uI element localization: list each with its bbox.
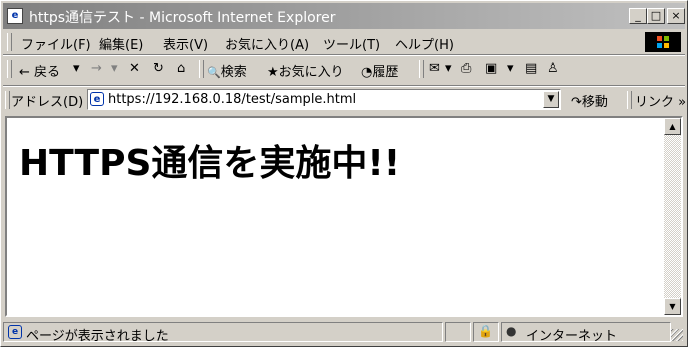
- toolbar-separator: [199, 60, 204, 78]
- favorites-icon: ★: [267, 65, 279, 80]
- addressbar-grip[interactable]: [5, 91, 10, 109]
- menu-help[interactable]: ヘルプ(H): [395, 34, 454, 53]
- standard-toolbar: ← 戻る ▾ → ▾ ✕ ↻ ⌂ 🔍検索 ★お気に入り ◔履歴 ✉ ▾ ⎙ ▣ …: [3, 56, 685, 84]
- window-title: https通信テスト - Microsoft Internet Explorer: [29, 10, 336, 26]
- print-icon[interactable]: ⎙: [461, 61, 471, 76]
- title-bar[interactable]: e https通信テスト - Microsoft Internet Explor…: [3, 3, 685, 29]
- browser-window: e https通信テスト - Microsoft Internet Explor…: [0, 0, 688, 347]
- go-label: 移動: [581, 95, 608, 110]
- menu-bar: ファイル(F) 編集(E) 表示(V) お気に入り(A) ツール(T) ヘルプ(…: [3, 31, 685, 53]
- maximize-button[interactable]: □: [647, 8, 665, 24]
- edit-dropdown[interactable]: ▾: [507, 61, 514, 76]
- menu-favorites[interactable]: お気に入り(A): [225, 34, 309, 53]
- toolbar-grip[interactable]: [7, 60, 12, 78]
- links-grip[interactable]: [627, 91, 632, 109]
- menubar-grip[interactable]: [7, 33, 12, 51]
- page-heading: HTTPS通信を実施中!!: [19, 143, 401, 184]
- go-arrow-icon: ↷: [571, 95, 582, 110]
- favorites-label: お気に入り: [278, 65, 344, 80]
- refresh-icon[interactable]: ↻: [153, 61, 164, 76]
- chevron-right-icon[interactable]: »: [678, 95, 686, 110]
- mail-icon[interactable]: ✉: [429, 61, 440, 76]
- back-arrow-icon: ←: [19, 65, 30, 80]
- status-progress-cell: [445, 322, 471, 342]
- status-message-cell: e ページが表示されました: [3, 322, 443, 344]
- resize-grip[interactable]: [671, 329, 683, 341]
- home-icon[interactable]: ⌂: [177, 61, 185, 76]
- toolbar-separator: [419, 60, 424, 78]
- favorites-button[interactable]: ★お気に入り: [267, 61, 344, 80]
- page-content: HTTPS通信を実施中!! ▲ ▼: [5, 116, 683, 317]
- status-zone-cell[interactable]: ● インターネット: [501, 322, 671, 344]
- address-input[interactable]: e https://192.168.0.18/test/sample.html …: [87, 89, 561, 110]
- search-button[interactable]: 🔍検索: [207, 61, 247, 80]
- ie-page-icon[interactable]: e: [7, 8, 23, 24]
- status-bar: e ページが表示されました 🔒 ● インターネット: [3, 321, 685, 344]
- status-message: ページが表示されました: [26, 329, 169, 344]
- history-button[interactable]: ◔履歴: [361, 61, 398, 80]
- stop-icon[interactable]: ✕: [129, 61, 140, 76]
- forward-dropdown[interactable]: ▾: [111, 61, 118, 76]
- address-url[interactable]: https://192.168.0.18/test/sample.html: [108, 92, 356, 107]
- close-button[interactable]: ×: [667, 8, 685, 24]
- links-label: リンク: [635, 95, 675, 110]
- address-dropdown-button[interactable]: ▼: [543, 91, 559, 108]
- globe-icon: ●: [506, 324, 517, 338]
- page-done-icon: e: [8, 325, 22, 339]
- zone-label: インターネット: [526, 329, 618, 344]
- scroll-up-button[interactable]: ▲: [664, 118, 681, 135]
- back-button[interactable]: ← 戻る: [19, 61, 60, 80]
- address-label: アドレス(D): [11, 95, 84, 110]
- address-bar: アドレス(D) e https://192.168.0.18/test/samp…: [3, 87, 686, 113]
- forward-arrow-icon[interactable]: →: [91, 61, 102, 76]
- history-icon: ◔: [361, 65, 373, 80]
- page-icon: e: [90, 92, 104, 106]
- discuss-icon[interactable]: ▤: [525, 61, 537, 76]
- links-button[interactable]: リンク »: [635, 91, 686, 110]
- vertical-scrollbar[interactable]: ▲ ▼: [664, 118, 681, 315]
- lock-icon: 🔒: [478, 324, 493, 338]
- search-icon: 🔍: [207, 66, 221, 79]
- back-dropdown[interactable]: ▾: [73, 61, 80, 76]
- menu-edit[interactable]: 編集(E): [99, 34, 143, 53]
- back-label: 戻る: [34, 65, 61, 80]
- go-button[interactable]: ↷移動: [571, 91, 608, 110]
- edit-icon[interactable]: ▣: [485, 61, 497, 76]
- mail-dropdown[interactable]: ▾: [445, 61, 452, 76]
- menu-file[interactable]: ファイル(F): [21, 34, 91, 53]
- search-label: 検索: [220, 65, 247, 80]
- menu-tools[interactable]: ツール(T): [323, 34, 380, 53]
- status-lock-cell[interactable]: 🔒: [473, 322, 499, 342]
- minimize-button[interactable]: _: [629, 8, 647, 24]
- messenger-icon[interactable]: ♙: [547, 61, 559, 76]
- windows-logo-icon: [645, 32, 681, 52]
- scroll-down-button[interactable]: ▼: [664, 298, 681, 315]
- menu-view[interactable]: 表示(V): [163, 34, 208, 53]
- history-label: 履歴: [372, 65, 399, 80]
